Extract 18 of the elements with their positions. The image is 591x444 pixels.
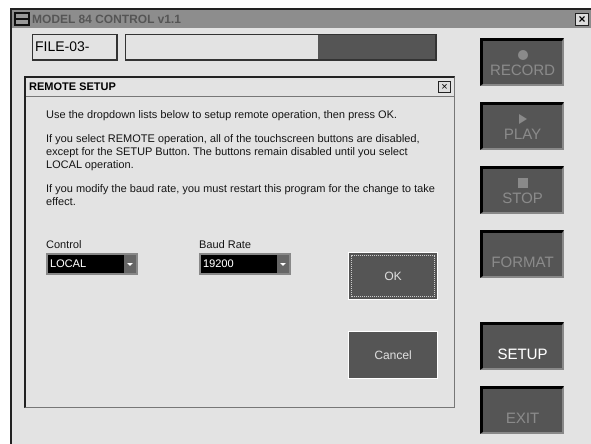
dropdown-label: Control [46,239,82,251]
instruction-text: If you modify the baud rate, you must restart this program for the change to take effect. [46,183,436,209]
stop-icon [518,178,528,188]
ok-button[interactable]: OK [348,252,438,300]
close-button[interactable]: × [438,81,451,93]
window-title: MODEL 84 CONTROL v1.1 [32,12,182,26]
dot-icon [518,50,528,60]
cancel-button[interactable]: Cancel [348,331,438,379]
dialog-title: REMOTE SETUP [29,81,116,93]
play-icon [518,114,526,124]
instruction-text: Use the dropdown lists below to setup remote operation, then press OK. [46,109,398,122]
dropdown[interactable]: 19200 [199,253,291,275]
file-name-field: FILE-03- [32,34,118,61]
close-button[interactable]: × [575,12,589,26]
dropdown[interactable]: LOCAL [46,253,138,275]
instruction-text: If you select REMOTE operation, all of the touchscreen buttons are disabled, except for the SETUP Button. The buttons remain disabled until you select LOCAL operation. [46,133,421,172]
side-button[interactable]: SETUP [480,322,564,370]
dropdown-label: Baud Rate [199,239,252,251]
